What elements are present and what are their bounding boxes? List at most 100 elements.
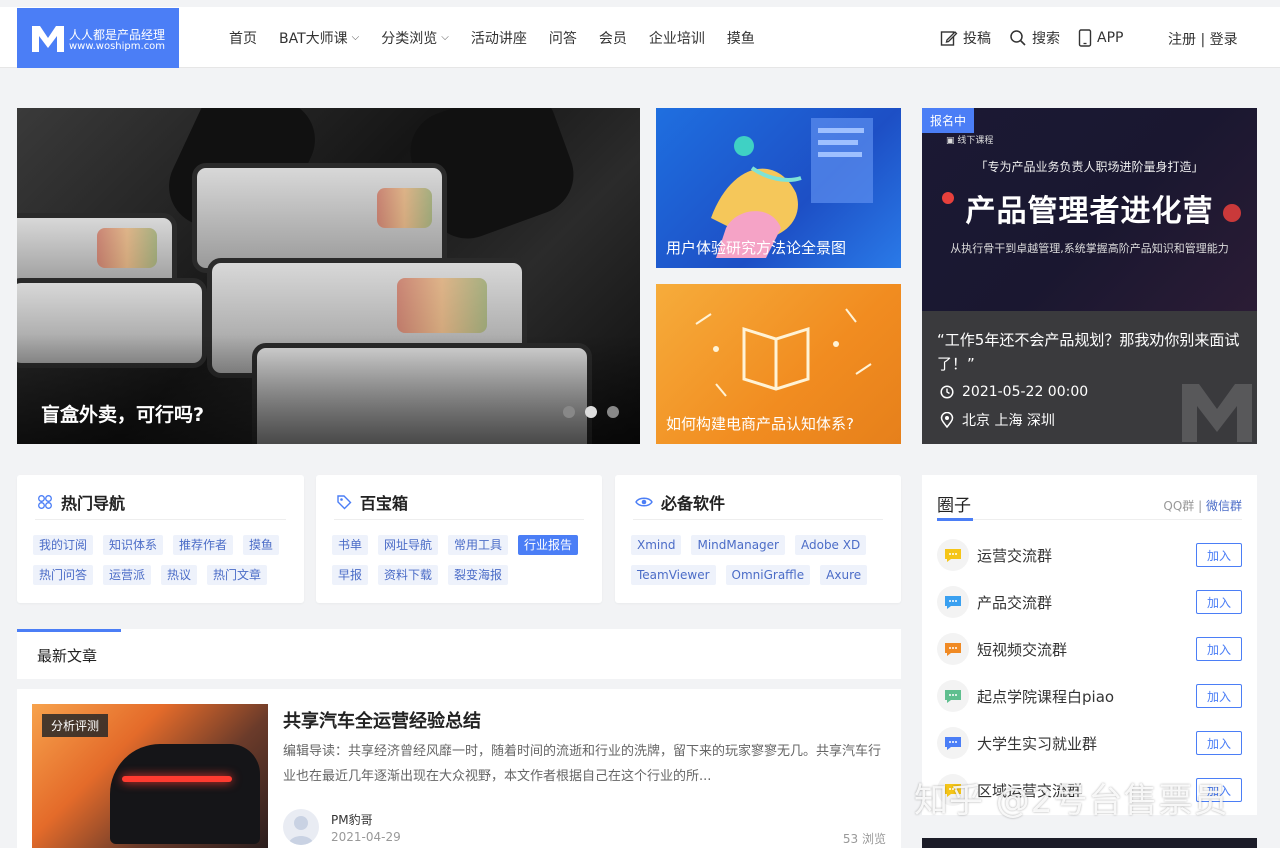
- nav-qa[interactable]: 问答: [549, 28, 577, 48]
- toolbox-tag-active[interactable]: 行业报告: [518, 535, 579, 555]
- toolbox-tag[interactable]: 早报: [332, 565, 369, 585]
- article-author[interactable]: PM豹哥: [331, 811, 373, 828]
- group-name[interactable]: 大学生实习就业群: [977, 733, 1097, 754]
- feature-card-ecommerce[interactable]: 如何构建电商产品认知体系?: [656, 284, 901, 444]
- group-row: 运营交流群 加入: [937, 537, 1242, 573]
- group-name[interactable]: 产品交流群: [977, 592, 1052, 613]
- circle-sidebar: 圈子 QQ群 | 微信群 运营交流群 加入 产品交流群 加入 短视频交流群 加入 起点学院课…: [922, 475, 1257, 815]
- nav-category[interactable]: 分类浏览 ⌵: [381, 28, 449, 48]
- join-button[interactable]: 加入: [1196, 590, 1242, 614]
- group-name[interactable]: 起点学院课程白piao: [977, 686, 1114, 707]
- nav-home[interactable]: 首页: [229, 28, 257, 48]
- user-icon: [288, 816, 314, 845]
- clock-icon: [940, 385, 954, 399]
- hot-nav-tag[interactable]: 知识体系: [103, 535, 164, 555]
- search-icon: [1010, 29, 1026, 46]
- eye-icon: [635, 497, 653, 507]
- software-tag[interactable]: TeamViewer: [631, 565, 716, 585]
- course-subtitle: 「专为产品业务负责人职场进阶量身打造」: [975, 160, 1204, 174]
- course-description: 从执行骨干到卓越管理,系统掌握高阶产品知识和管理能力: [950, 242, 1229, 255]
- nav-training[interactable]: 企业培训: [649, 28, 705, 48]
- hot-nav-tag[interactable]: 我的订阅: [33, 535, 94, 555]
- bottom-banner-edge: [922, 838, 1257, 848]
- course-title: 产品管理者进化营: [965, 194, 1214, 229]
- hot-nav-tag[interactable]: 热门问答: [33, 565, 94, 585]
- toolbox-tag[interactable]: 常用工具: [448, 535, 509, 555]
- hero-title[interactable]: 盲盒外卖，可行吗?: [41, 400, 204, 427]
- car-shape: [110, 744, 260, 844]
- nav-member[interactable]: 会员: [599, 28, 627, 48]
- hot-nav-tag[interactable]: 热门文章: [207, 565, 268, 585]
- nav-bat[interactable]: BAT大师课 ⌵: [279, 28, 359, 48]
- active-tab-indicator: [17, 629, 121, 632]
- toolbox-tag[interactable]: 书单: [332, 535, 369, 555]
- article-card[interactable]: 分析评测 共享汽车全运营经验总结 编辑导读：共享经济曾经风靡一时，随着时间的流逝…: [17, 689, 901, 848]
- software-tag[interactable]: OmniGraffle: [725, 565, 811, 585]
- carousel-dot[interactable]: [563, 406, 575, 418]
- group-row: 短视频交流群 加入: [937, 631, 1242, 667]
- join-button[interactable]: 加入: [1196, 684, 1242, 708]
- contribute-button[interactable]: 投稿: [940, 28, 991, 48]
- main-nav: 首页 BAT大师课 ⌵ 分类浏览 ⌵ 活动讲座 问答 会员 企业培训 摸鱼: [229, 7, 777, 68]
- car-taillight: [122, 776, 232, 782]
- chevron-down-icon: ⌵: [441, 32, 449, 43]
- article-category-badge[interactable]: 分析评测: [42, 714, 109, 737]
- nav-moyu[interactable]: 摸鱼: [727, 28, 755, 48]
- hero-carousel[interactable]: 盲盒外卖，可行吗?: [17, 108, 640, 444]
- header-tools: 投稿 搜索 APP: [940, 7, 1141, 68]
- carousel-dot-active[interactable]: [585, 406, 597, 418]
- software-tag[interactable]: Adobe XD: [794, 535, 867, 555]
- toolbox-tag[interactable]: 裂变海报: [448, 565, 509, 585]
- feature-card-ux[interactable]: 用户体验研究方法论全景图: [656, 108, 901, 268]
- hot-nav-panel: 热门导航 我的订阅 知识体系 推荐作者 摸鱼 热门问答 运营派 热议 热门文章: [17, 475, 304, 603]
- group-name[interactable]: 短视频交流群: [977, 639, 1067, 660]
- edit-icon: [940, 30, 958, 46]
- hot-nav-tag[interactable]: 运营派: [103, 565, 152, 585]
- register-login-link[interactable]: 注册 | 登录: [1168, 29, 1238, 49]
- app-button[interactable]: APP: [1078, 28, 1123, 47]
- chat-bubble-icon: [937, 680, 969, 712]
- food-content: [97, 228, 157, 268]
- article-date: 2021-04-29: [331, 830, 401, 844]
- feature-card-ecommerce-title: 如何构建电商产品认知体系?: [666, 415, 854, 433]
- wechat-group-link[interactable]: 微信群: [1206, 499, 1242, 513]
- group-name[interactable]: 运营交流群: [977, 545, 1052, 566]
- author-avatar[interactable]: [283, 809, 319, 845]
- join-button[interactable]: 加入: [1196, 543, 1242, 567]
- article-views: 53 浏览: [842, 832, 886, 846]
- toolbox-tag[interactable]: 网址导航: [378, 535, 439, 555]
- logo-m-icon: [32, 26, 64, 52]
- join-button[interactable]: 加入: [1196, 731, 1242, 755]
- group-row: 产品交流群 加入: [937, 584, 1242, 620]
- software-tag[interactable]: MindManager: [691, 535, 785, 555]
- site-logo[interactable]: 人人都是产品经理 www.woshipm.com: [17, 8, 179, 68]
- join-button[interactable]: 加入: [1196, 637, 1242, 661]
- hot-nav-tag[interactable]: 推荐作者: [173, 535, 234, 555]
- food-content: [397, 278, 487, 333]
- hot-nav-tags: 我的订阅 知识体系 推荐作者 摸鱼 热门问答 运营派 热议 热门文章: [33, 535, 294, 595]
- hot-nav-tag[interactable]: 摸鱼: [243, 535, 280, 555]
- course-card[interactable]: 报名中 ▣ 线下课程 「专为产品业务负责人职场进阶量身打造」 产品管理者进化营 …: [922, 108, 1257, 444]
- qq-group-link[interactable]: QQ群: [1163, 499, 1194, 513]
- software-panel: 必备软件 Xmind MindManager Adobe XD TeamView…: [615, 475, 901, 603]
- article-thumbnail[interactable]: 分析评测: [32, 704, 268, 848]
- title-underline: [937, 518, 973, 521]
- software-tag[interactable]: Xmind: [631, 535, 682, 555]
- top-strip: [0, 0, 1280, 7]
- toolbox-tag[interactable]: 资料下载: [378, 565, 439, 585]
- site-header: 人人都是产品经理 www.woshipm.com 首页 BAT大师课 ⌵ 分类浏览…: [0, 7, 1280, 68]
- toolbox-tags: 书单 网址导航 常用工具 行业报告 早报 资料下载 裂变海报: [332, 535, 592, 595]
- chat-bubble-icon: [937, 633, 969, 665]
- software-tag[interactable]: Axure: [820, 565, 868, 585]
- grid-icon: [38, 495, 52, 509]
- latest-articles-header: 最新文章: [17, 629, 901, 679]
- hot-nav-heading: 热门导航: [37, 490, 125, 514]
- hot-nav-tag[interactable]: 热议: [161, 565, 198, 585]
- search-button[interactable]: 搜索: [1009, 28, 1060, 48]
- group-type-links: QQ群 | 微信群: [1163, 499, 1242, 513]
- carousel-dot[interactable]: [607, 406, 619, 418]
- latest-articles-tab[interactable]: 最新文章: [37, 645, 97, 666]
- article-title[interactable]: 共享汽车全运营经验总结: [283, 707, 481, 733]
- nav-events[interactable]: 活动讲座: [471, 28, 527, 48]
- toolbox-heading: 百宝箱: [336, 490, 408, 514]
